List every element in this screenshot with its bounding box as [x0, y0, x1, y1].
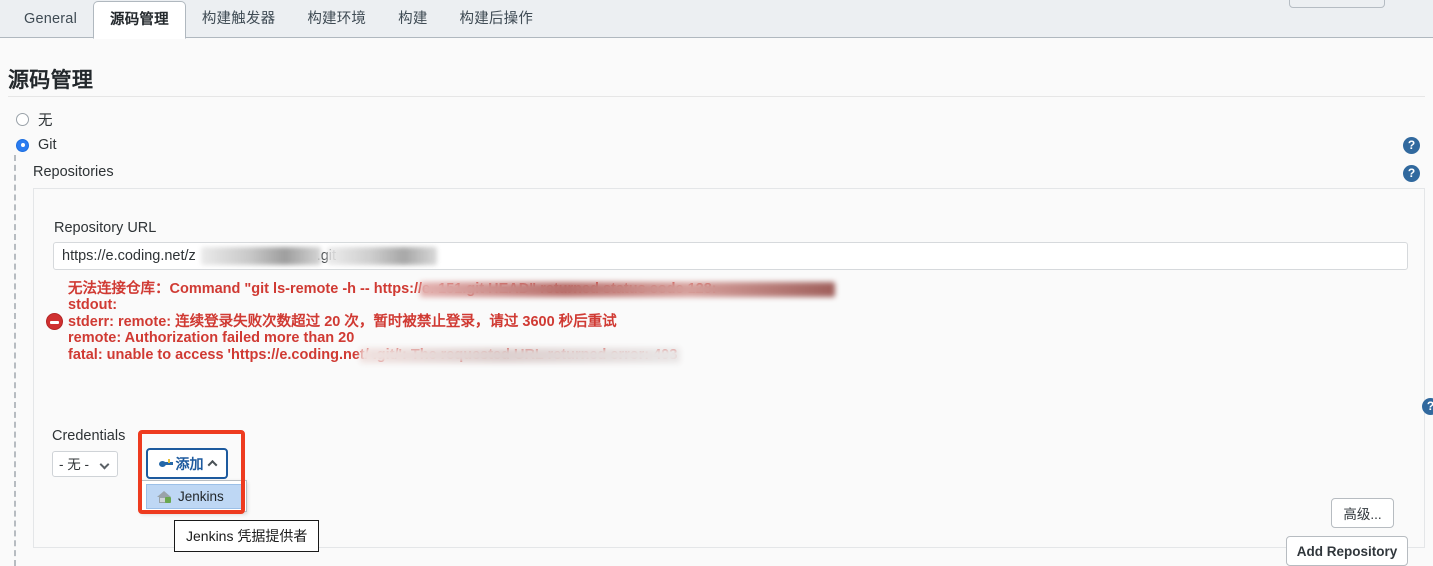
page-content: 源码管理 无 Git Repositories Repository URL 无… [0, 38, 1433, 566]
jenkins-job-config-page: General 源码管理 构建触发器 构建环境 构建 构建后操作 源码管理 无 … [0, 0, 1433, 566]
scm-option-git[interactable]: Git [16, 137, 57, 153]
tab-build-triggers[interactable]: 构建触发器 [186, 1, 292, 38]
tab-post-build-actions[interactable]: 构建后操作 [444, 1, 550, 38]
tab-build[interactable]: 构建 [382, 1, 443, 38]
error-line-2: stdout: [68, 297, 118, 314]
scm-option-none[interactable]: 无 [16, 109, 53, 130]
error-redaction-1 [420, 282, 835, 297]
help-icon-git[interactable]: ? [1403, 137, 1420, 154]
error-redaction-2 [360, 348, 680, 363]
radio-git[interactable] [16, 138, 29, 152]
scm-option-none-label: 无 [38, 113, 53, 129]
error-circle-icon [46, 313, 63, 330]
clipped-top-button[interactable] [1289, 0, 1385, 8]
credentials-provider-menu: Jenkins [141, 480, 247, 512]
jenkins-provider-tooltip: Jenkins 凭据提供者 [174, 520, 320, 552]
key-icon [158, 459, 174, 469]
repository-panel: Repository URL 无法连接仓库：Command "git ls-re… [33, 188, 1433, 566]
help-icon-repository-url[interactable]: ? [1422, 398, 1433, 415]
credentials-select[interactable]: - 无 - [52, 451, 118, 477]
advanced-button[interactable]: 高级... [1331, 498, 1394, 528]
page-title: 源码管理 [8, 69, 94, 92]
add-credentials-button[interactable]: 添加 [146, 448, 228, 479]
section-guide-line [14, 155, 16, 566]
jenkins-house-icon [157, 490, 172, 504]
error-line-3: stderr: remote: 连续登录失败次数超过 20 次，暂时被禁止登录，… [68, 313, 617, 330]
error-line-4: remote: Authorization failed more than 2… [68, 330, 355, 347]
add-credentials-button-label: 添加 [175, 455, 204, 472]
credentials-label: Credentials [52, 428, 126, 444]
tab-source-code-management[interactable]: 源码管理 [93, 1, 186, 39]
menu-item-jenkins[interactable]: Jenkins [146, 484, 244, 509]
scm-option-git-label: Git [38, 137, 57, 153]
tab-general[interactable]: General [8, 1, 93, 38]
help-icon-repositories[interactable]: ? [1403, 165, 1420, 182]
repositories-section-label: Repositories [33, 164, 114, 180]
repository-url-label: Repository URL [54, 220, 157, 236]
error-message-lines: 无法连接仓库：Command "git ls-remote -h -- http… [68, 281, 835, 363]
add-repository-button[interactable]: Add Repository [1286, 536, 1408, 566]
radio-none[interactable] [16, 113, 29, 126]
title-divider [8, 96, 1425, 97]
repository-url-input[interactable] [53, 242, 1408, 270]
chevron-up-icon [207, 459, 217, 470]
config-tab-bar: General 源码管理 构建触发器 构建环境 构建 构建后操作 [0, 0, 1433, 39]
tab-build-environment[interactable]: 构建环境 [291, 1, 382, 38]
menu-item-jenkins-label: Jenkins [178, 489, 224, 504]
